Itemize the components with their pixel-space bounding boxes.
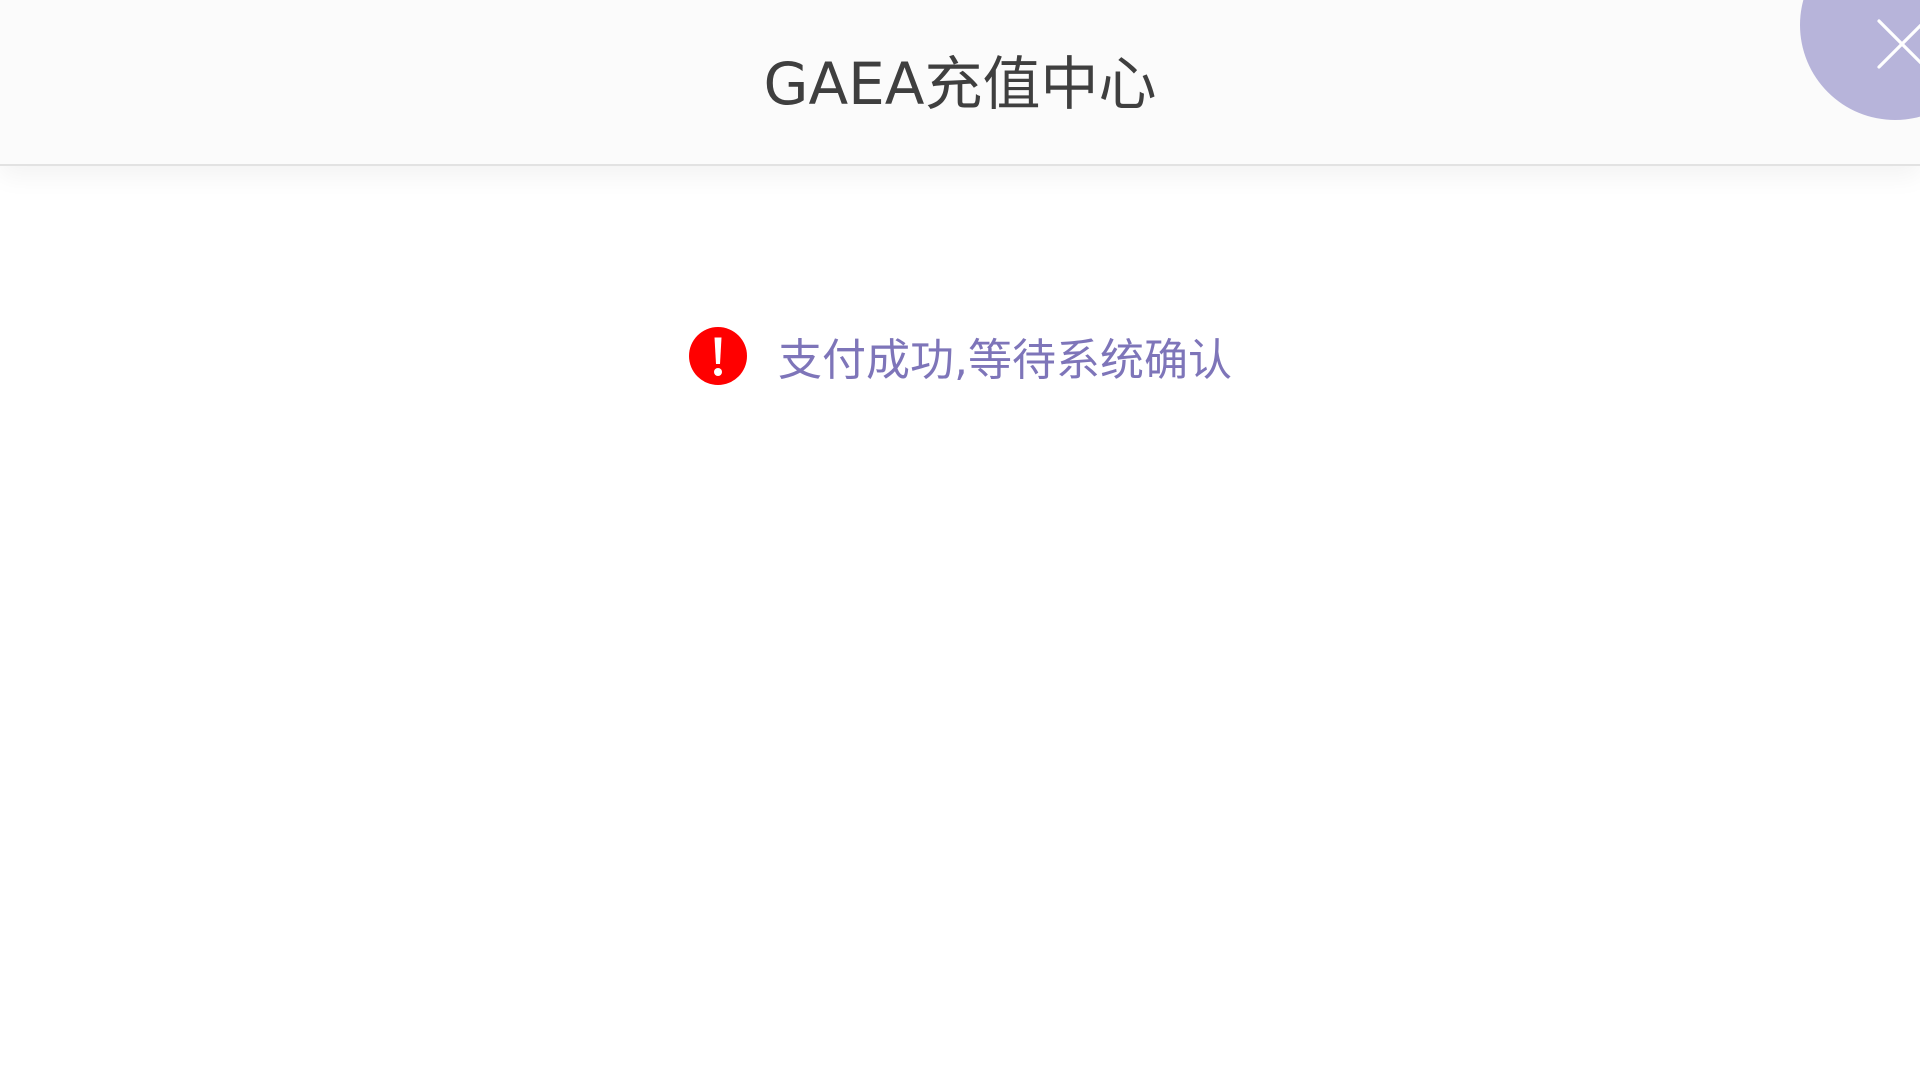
header-bar: GAEA充值中心 xyxy=(0,0,1920,166)
recharge-page: GAEA充值中心 支付成功,等待系统确认 xyxy=(0,0,1920,1080)
exclamation-circle-icon xyxy=(689,327,747,385)
page-title: GAEA充值中心 xyxy=(763,50,1157,118)
payment-status-text: 支付成功,等待系统确认 xyxy=(778,335,1232,386)
close-button[interactable] xyxy=(1800,0,1920,120)
payment-status-message: 支付成功,等待系统确认 xyxy=(0,322,1920,390)
close-icon xyxy=(1877,19,1920,69)
